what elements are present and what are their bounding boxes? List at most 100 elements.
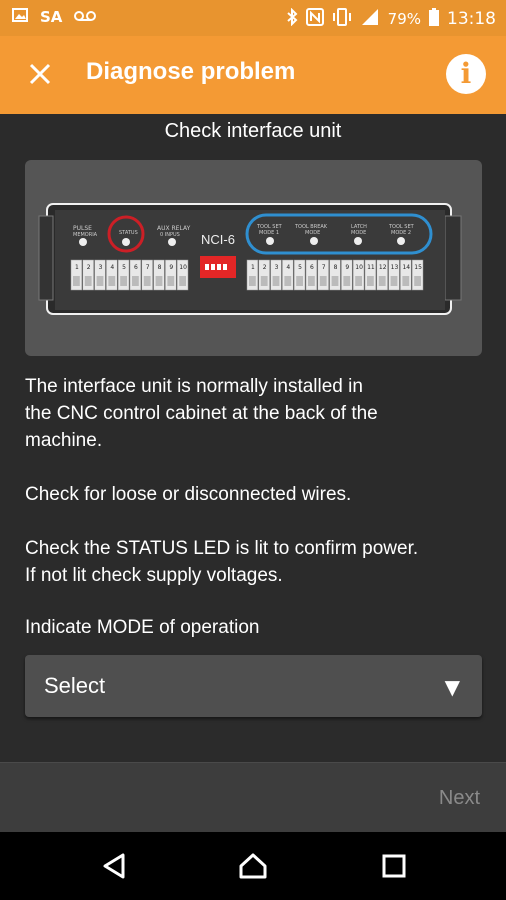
terminal-screw	[308, 276, 315, 286]
terminal-number: 9	[345, 264, 349, 271]
terminal-number: 2	[263, 264, 267, 271]
terminal-number: 11	[367, 264, 375, 271]
install-line: The interface unit is normally installed…	[25, 376, 363, 397]
terminal-screw	[143, 276, 151, 286]
terminal-screw	[414, 276, 421, 286]
terminal-number: 1	[75, 264, 79, 271]
terminal-number: 4	[110, 264, 114, 271]
terminal-number: 5	[122, 264, 126, 271]
unit-sublabel: MODE 1	[259, 230, 279, 236]
terminal-screw	[167, 276, 175, 286]
home-icon[interactable]	[223, 832, 283, 900]
terminal-number: 10	[179, 264, 187, 271]
terminal-screw	[331, 276, 339, 286]
mode-select-value: Select	[44, 673, 106, 698]
battery-icon	[429, 8, 439, 30]
terminal-number: 8	[158, 264, 162, 271]
interface-unit-image: PULSE MEMORIA STATUS AUX RELAY 0 INPUS N…	[25, 160, 482, 356]
page-title: Diagnose problem	[86, 58, 296, 85]
close-icon[interactable]	[22, 56, 58, 92]
terminal-screw	[390, 276, 398, 286]
tool-set-mode2-led	[397, 237, 405, 245]
model-label: NCI-6	[201, 232, 235, 247]
terminal-screw	[367, 276, 374, 286]
right-terminal-block: 1 2 3 4 5 6 7 8 9 10 11 12 13 14 15	[246, 259, 424, 291]
terminal-number: 13	[391, 264, 399, 271]
tool-break-led	[310, 237, 318, 245]
app-bar: Diagnose problem i	[0, 36, 506, 114]
terminal-screw	[402, 276, 410, 286]
unit-label: STATUS	[119, 230, 138, 236]
terminal-screw	[249, 276, 256, 286]
vibrate-icon	[332, 8, 352, 30]
terminal-number: 8	[334, 264, 338, 271]
tool-set-mode1-led	[266, 237, 274, 245]
status-paragraph: Check the STATUS LED is lit to confirm p…	[25, 535, 485, 589]
terminal-screw	[132, 276, 139, 286]
install-line: machine.	[25, 430, 103, 451]
status-line: Check the STATUS LED is lit to confirm p…	[25, 538, 419, 559]
terminal-number: 7	[322, 264, 326, 271]
terminal-screw	[155, 276, 163, 286]
terminal-number: 6	[310, 264, 314, 271]
terminal-screw	[84, 276, 92, 286]
terminal-screw	[343, 276, 351, 286]
back-icon[interactable]	[84, 832, 144, 900]
carrier-label: SA	[40, 8, 63, 26]
terminal-screw	[260, 276, 268, 286]
mode-select[interactable]: Select ▼	[25, 655, 482, 717]
system-nav-bar	[0, 832, 506, 900]
clock: 13:18	[447, 9, 496, 29]
latch-mode-led	[354, 237, 362, 245]
unit-sublabel: MODE	[351, 230, 366, 236]
main-content: Check interface unit PULSE MEMORIA STATU…	[0, 114, 506, 762]
terminal-number: 2	[87, 264, 91, 271]
signal-icon	[360, 8, 380, 30]
terminal-number: 6	[134, 264, 138, 271]
unit-label: AUX RELAY	[157, 225, 191, 232]
status-led	[122, 238, 130, 246]
bluetooth-icon	[286, 7, 298, 30]
status-bar: SA 79% 13:18	[0, 0, 506, 36]
terminal-number: 12	[379, 264, 387, 271]
terminal-number: 9	[169, 264, 173, 271]
terminal-number: 3	[275, 264, 279, 271]
terminal-number: 4	[286, 264, 290, 271]
gallery-icon	[12, 8, 28, 26]
battery-percent: 79%	[387, 10, 421, 28]
terminal-screw	[319, 276, 327, 286]
info-icon[interactable]: i	[446, 54, 486, 94]
terminal-number: 10	[355, 264, 363, 271]
terminal-screw	[179, 276, 186, 286]
terminal-screw	[272, 276, 280, 286]
aux-relay-led	[168, 238, 176, 246]
terminal-number: 14	[402, 264, 410, 271]
install-paragraph: The interface unit is normally installed…	[25, 373, 485, 454]
unit-label: PULSE	[73, 225, 92, 232]
voicemail-icon	[74, 8, 97, 26]
terminal-screw	[108, 276, 116, 286]
terminal-screw	[378, 276, 386, 286]
mode-prompt: Indicate MODE of operation	[25, 617, 260, 638]
terminal-screw	[284, 276, 292, 286]
terminal-screw	[73, 276, 80, 286]
unit-sublabel: MODE	[305, 230, 320, 236]
terminal-number: 1	[251, 264, 255, 271]
terminal-number: 5	[298, 264, 302, 271]
unit-sublabel: MODE 2	[391, 230, 411, 236]
terminal-number: 7	[146, 264, 150, 271]
terminal-screw	[355, 276, 362, 286]
terminal-number: 15	[414, 264, 422, 271]
footer-bar: Next	[0, 762, 506, 833]
terminal-screw	[120, 276, 127, 286]
status-line: If not lit check supply voltages.	[25, 565, 283, 586]
unit-sublabel: 0 INPUS	[160, 232, 180, 238]
install-line: the CNC control cabinet at the back of t…	[25, 403, 378, 424]
terminal-screw	[96, 276, 104, 286]
unit-sublabel: MEMORIA	[73, 232, 98, 238]
next-button[interactable]: Next	[439, 787, 480, 810]
terminal-number: 3	[99, 264, 103, 271]
dropdown-arrow-icon: ▼	[444, 675, 460, 699]
terminal-screw	[296, 276, 303, 286]
recents-icon[interactable]	[364, 832, 424, 900]
